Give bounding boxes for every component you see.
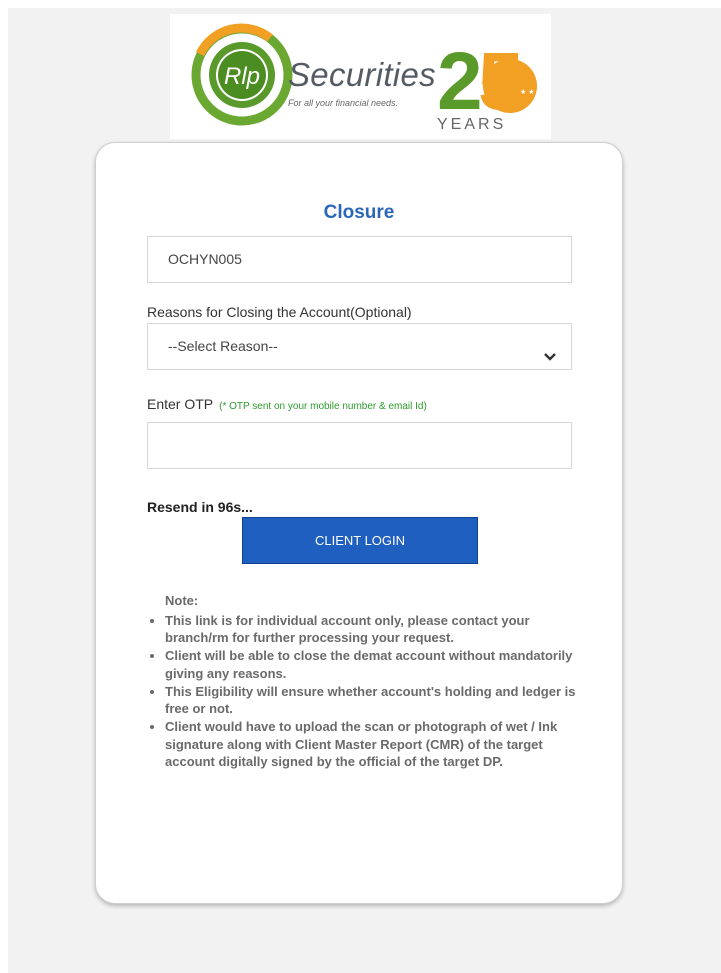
notes-heading: Note: bbox=[165, 593, 199, 608]
list-item: Client would have to upload the scan or … bbox=[165, 718, 578, 771]
company-logo: Rlp 2 5 ★ ★ ★ Securities For all your fi… bbox=[170, 14, 551, 139]
otp-label: Enter OTP bbox=[147, 396, 214, 412]
otp-hint: (* OTP sent on your mobile number & emai… bbox=[219, 401, 427, 412]
client-id-field[interactable]: OCHYN005 bbox=[147, 236, 572, 283]
logo-two: 2 bbox=[437, 36, 483, 127]
list-item: This Eligibility will ensure whether acc… bbox=[165, 683, 578, 718]
notes-list: This link is for individual account only… bbox=[148, 612, 578, 771]
list-item: This link is for individual account only… bbox=[165, 612, 578, 647]
otp-label-row: Enter OTP (* OTP sent on your mobile numb… bbox=[147, 396, 427, 412]
client-login-button[interactable]: CLIENT LOGIN bbox=[242, 517, 478, 564]
reason-select[interactable]: --Select Reason-- bbox=[147, 323, 572, 370]
logo-tagline: For all your financial needs. bbox=[288, 98, 399, 108]
list-item: Client will be able to close the demat a… bbox=[165, 647, 578, 682]
page-title: Closure bbox=[323, 202, 395, 223]
reason-label: Reasons for Closing the Account(Optional… bbox=[147, 304, 412, 320]
logo-monogram: Rlp bbox=[224, 63, 260, 90]
svg-text:★ ★ ★: ★ ★ ★ bbox=[520, 88, 543, 96]
resend-timer: Resend in 96s... bbox=[147, 499, 253, 515]
closure-card: Closure OCHYN005 Reasons for Closing the… bbox=[95, 142, 623, 904]
reason-selected-value: --Select Reason-- bbox=[168, 338, 278, 354]
otp-input[interactable] bbox=[147, 422, 572, 469]
logo-years: YEARS bbox=[437, 116, 507, 133]
logo-five: 5 bbox=[478, 36, 524, 127]
notes-section: Note: This link is for individual accoun… bbox=[148, 592, 578, 771]
chevron-down-icon bbox=[543, 337, 557, 382]
logo-brand: Securities bbox=[288, 56, 436, 93]
